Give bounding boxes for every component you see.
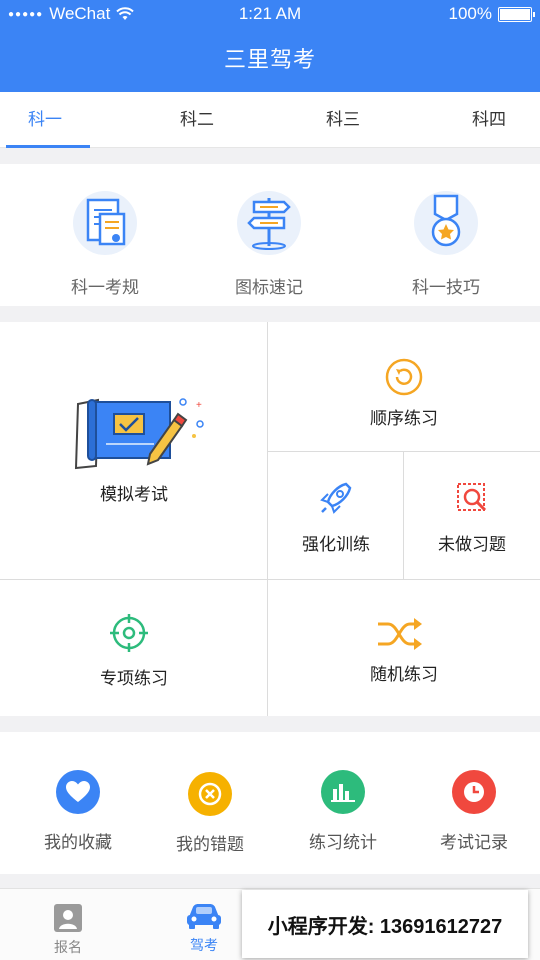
- heart-icon: [56, 770, 100, 814]
- subject-tabs: 科一 科二 科三 科四: [0, 92, 540, 148]
- my-wrong-button[interactable]: 我的错题: [150, 770, 270, 855]
- mock-exam-label: 模拟考试: [100, 485, 168, 504]
- quick-link-tips[interactable]: 科一技巧: [376, 188, 516, 298]
- random-practice-label: 随机练习: [370, 665, 438, 684]
- practice-stats-button[interactable]: 练习统计: [283, 770, 403, 853]
- random-practice-button[interactable]: 随机练习: [268, 580, 540, 716]
- undone-questions-button[interactable]: 未做习题: [404, 452, 540, 580]
- tab-subject-2[interactable]: 科二: [152, 92, 242, 148]
- search-doc-icon: [457, 483, 487, 512]
- user-card-icon: [54, 904, 82, 932]
- medal-icon: [414, 191, 478, 255]
- target-icon: [110, 614, 148, 652]
- undone-questions-label: 未做习题: [438, 535, 506, 554]
- quick-link-signs[interactable]: 图标速记: [199, 188, 339, 298]
- battery-icon: [498, 6, 535, 22]
- battery-percent: 100%: [448, 4, 492, 23]
- document-rules-icon: [73, 191, 137, 255]
- status-bar: ●●●●● WeChat 1:21 AM 100%: [0, 0, 540, 30]
- special-practice-button[interactable]: 专项练习: [0, 580, 268, 716]
- personal-panel: 我的收藏 我的错题 练习统计 考试记录: [0, 732, 540, 874]
- tabbar-register[interactable]: 报名: [28, 899, 108, 957]
- practice-stats-label: 练习统计: [309, 833, 377, 852]
- stats-icon: [321, 770, 365, 814]
- page-title: 三里驾考: [223, 47, 316, 72]
- sequential-practice-button[interactable]: 顺序练习: [268, 322, 540, 452]
- quick-link-label: 图标速记: [235, 278, 303, 297]
- clock-icon: [452, 770, 496, 814]
- tab-subject-3[interactable]: 科三: [298, 92, 388, 148]
- quick-link-rules[interactable]: 科一考规: [35, 188, 175, 298]
- practice-grid: + 模拟考试 顺序练习 强化训练 未做习题 专项练习 随机练习: [0, 322, 540, 716]
- tabbar-register-label: 报名: [54, 939, 82, 955]
- signpost-icon: [237, 191, 301, 255]
- app-header: ●●●●● WeChat 1:21 AM 100% 三里驾考: [0, 0, 540, 92]
- mock-exam-button[interactable]: + 模拟考试: [0, 322, 268, 580]
- tabbar-exam[interactable]: 驾考: [164, 899, 244, 955]
- quick-link-label: 科一技巧: [412, 278, 480, 297]
- exam-records-button[interactable]: 考试记录: [414, 770, 534, 853]
- intensive-training-button[interactable]: 强化训练: [268, 452, 404, 580]
- rocket-icon: [320, 482, 352, 514]
- my-favorites-button[interactable]: 我的收藏: [18, 770, 138, 853]
- refresh-circle-icon: [385, 358, 423, 396]
- tabbar-exam-label: 驾考: [190, 937, 218, 953]
- tab-subject-4[interactable]: 科四: [444, 92, 534, 148]
- blueprint-pencil-icon: +: [74, 398, 204, 470]
- quick-links-panel: 科一考规 图标速记 科一技巧: [0, 164, 540, 306]
- tab-subject-1[interactable]: 科一: [0, 92, 90, 148]
- svg-text:+: +: [196, 400, 202, 411]
- wrong-icon: [188, 772, 232, 816]
- intensive-training-label: 强化训练: [302, 535, 370, 554]
- car-icon: [187, 904, 221, 929]
- quick-link-label: 科一考规: [71, 278, 139, 297]
- my-wrong-label: 我的错题: [176, 835, 244, 854]
- shuffle-icon: [378, 618, 422, 650]
- exam-records-label: 考试记录: [440, 833, 508, 852]
- promo-banner: 小程序开发: 13691612727: [242, 890, 528, 958]
- my-favorites-label: 我的收藏: [44, 833, 112, 852]
- special-practice-label: 专项练习: [100, 669, 168, 688]
- sequential-practice-label: 顺序练习: [370, 409, 438, 428]
